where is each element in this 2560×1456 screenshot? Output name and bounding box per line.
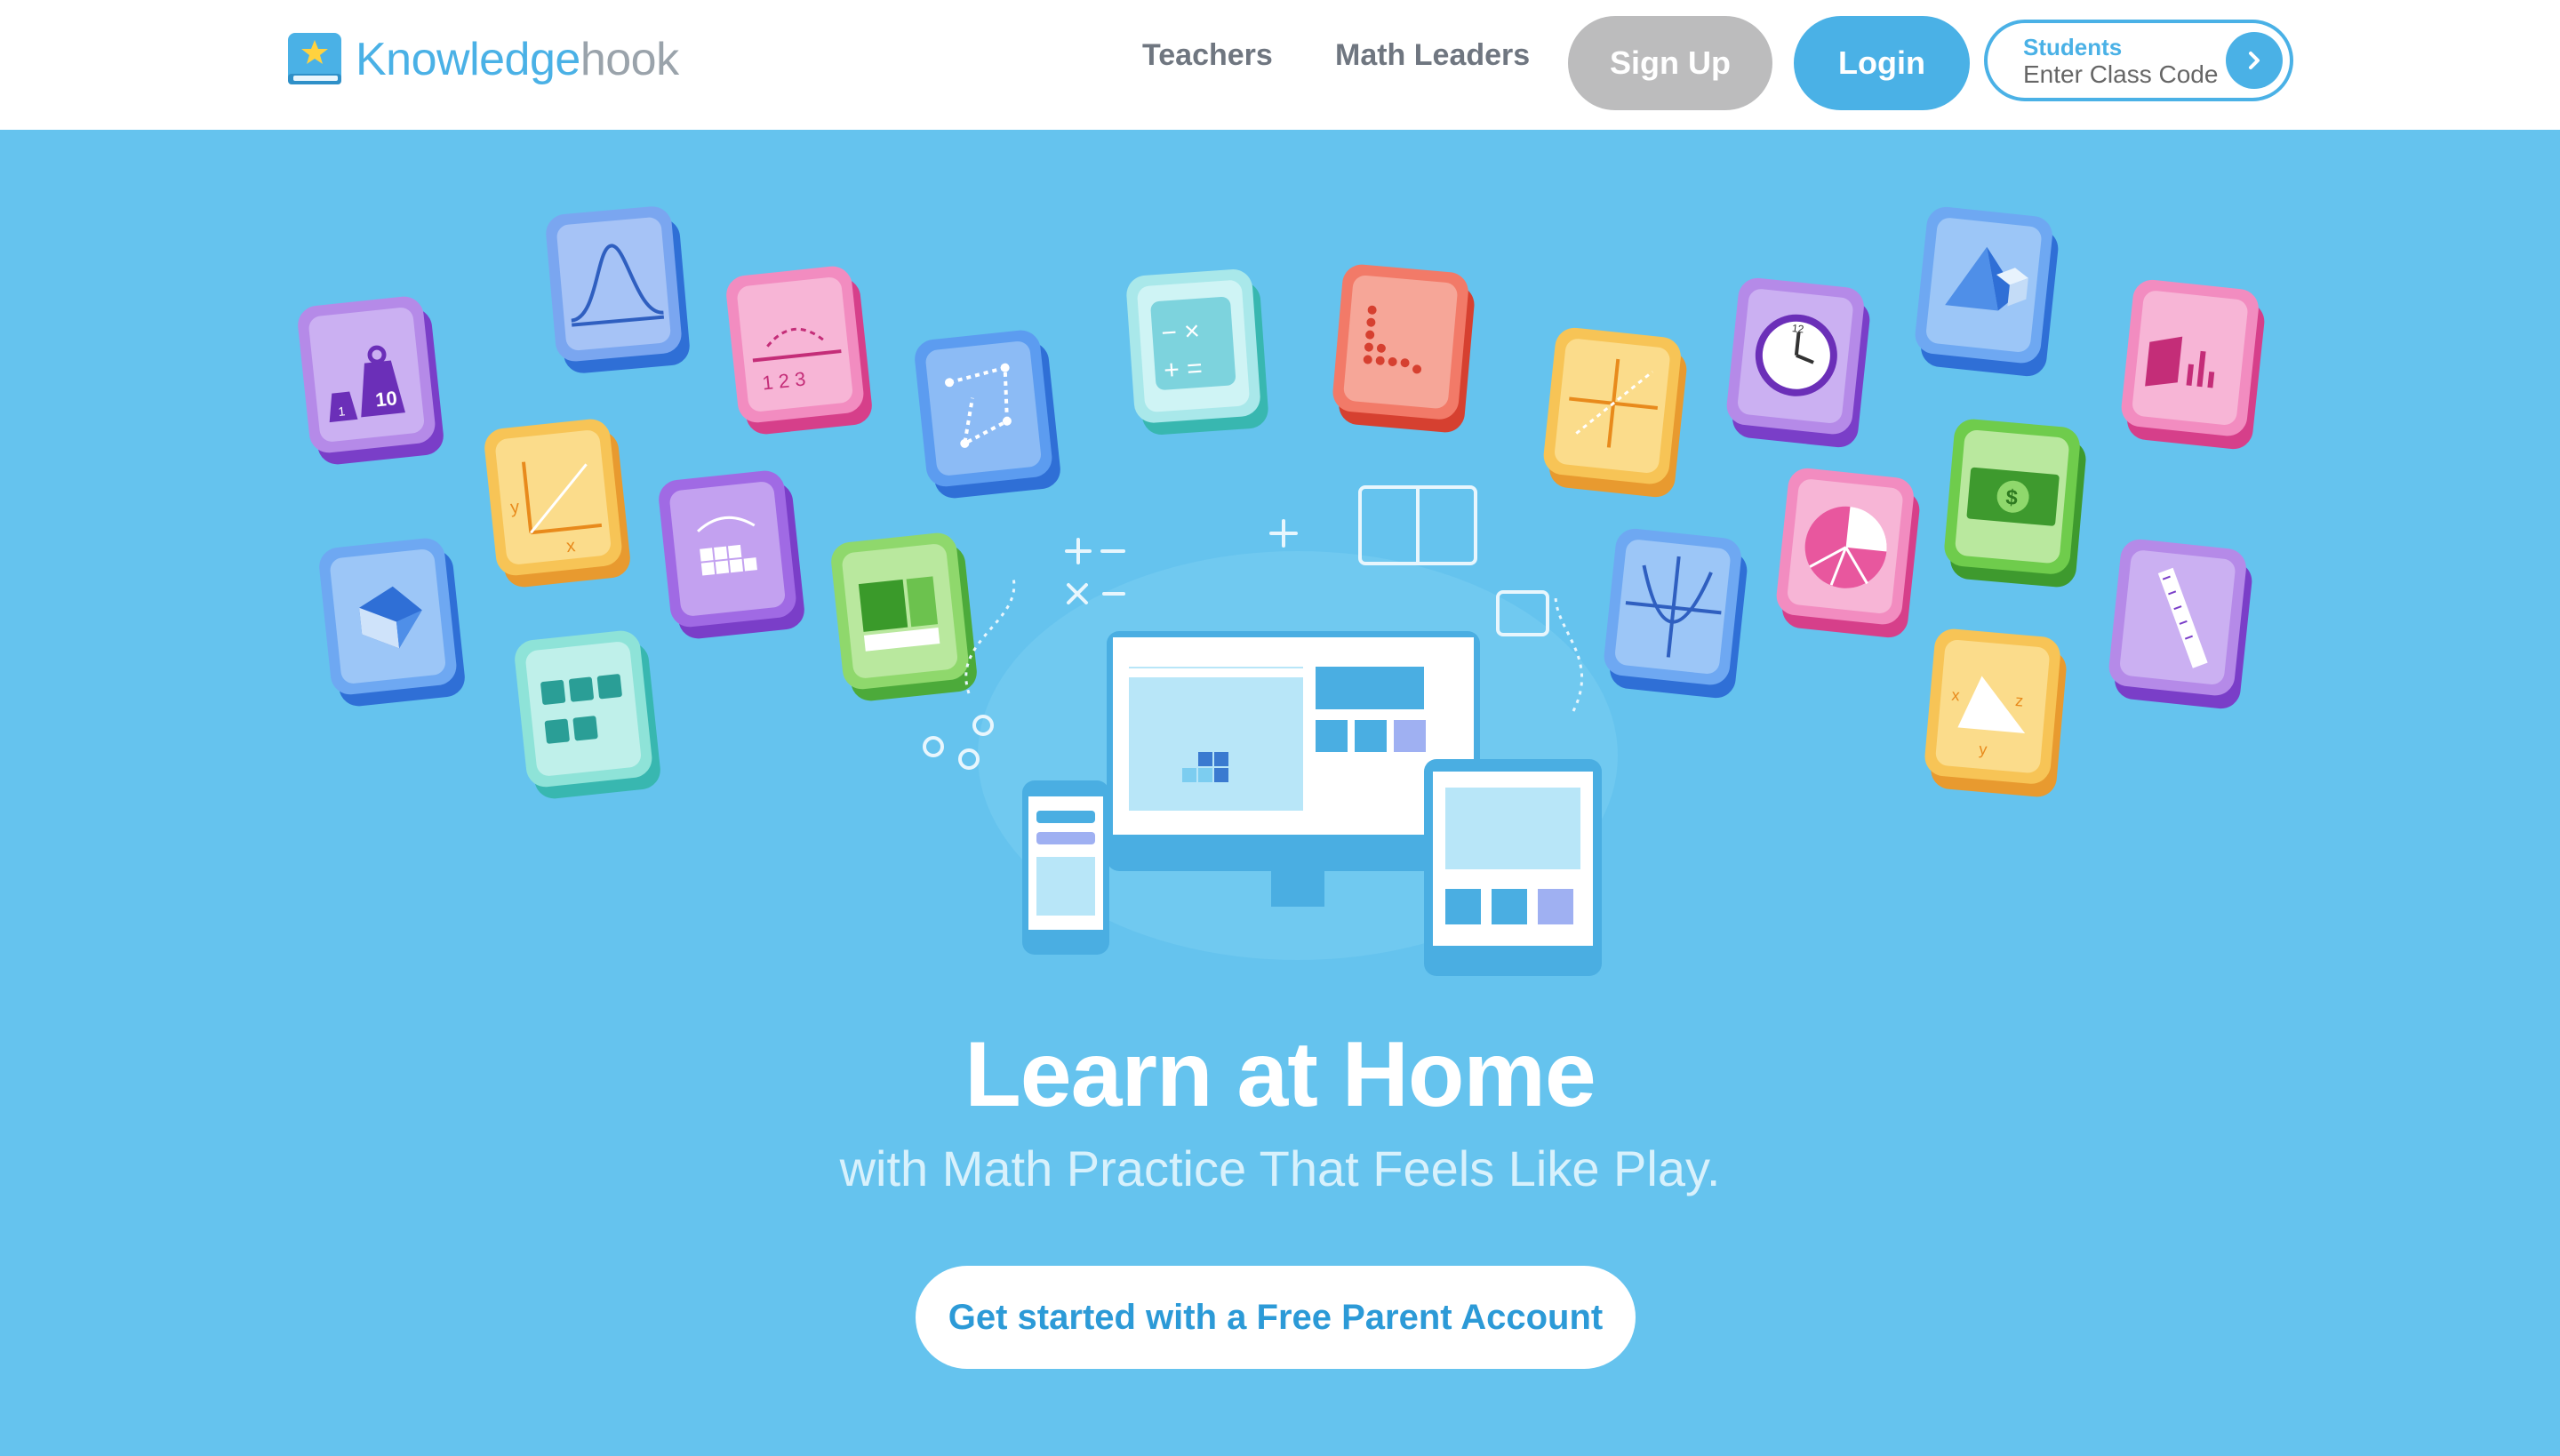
bell-curve-icon <box>544 204 691 375</box>
fraction-grid-icon <box>657 468 806 642</box>
integer-tiles-icon <box>513 628 662 802</box>
site-header: Knowledgehook Teachers Math Leaders Sign… <box>0 0 2560 130</box>
logo-wordmark: Knowledgehook <box>356 34 679 85</box>
nav-teachers-link[interactable]: Teachers <box>1142 34 1273 76</box>
svg-text:10: 10 <box>374 387 398 411</box>
dot-plot-icon <box>1330 263 1476 434</box>
cube-prism-icon <box>1912 205 2061 379</box>
hero-title: Learn at Home <box>964 1023 1596 1126</box>
sign-up-button[interactable]: Sign Up <box>1568 16 1772 110</box>
svg-text:y: y <box>509 498 520 518</box>
weight-scale-icon: 10 1 <box>296 294 445 468</box>
svg-text:− ×: − × <box>1160 316 1201 348</box>
polygon-icon <box>913 328 1062 501</box>
class-code-submit-button[interactable] <box>2226 32 2283 89</box>
bar-graph-icon <box>2118 278 2268 452</box>
login-button[interactable]: Login <box>1794 16 1970 110</box>
svg-text:x: x <box>565 536 576 556</box>
cube-icon <box>317 536 467 709</box>
students-label: Students <box>2023 34 2123 60</box>
graph-xy-icon: yx <box>483 417 632 590</box>
knowledgehook-logo[interactable]: Knowledgehook <box>286 30 679 89</box>
money-icon: $ <box>1941 418 2088 588</box>
calculator-icon: − × + = <box>1125 268 1269 436</box>
free-parent-account-button[interactable]: Get started with a Free Parent Account <box>916 1266 1636 1369</box>
svg-text:x: x <box>1951 686 1961 705</box>
triangle-xyz-icon: x z y <box>1922 628 2068 798</box>
book-star-icon <box>286 31 343 88</box>
svg-text:12: 12 <box>1791 322 1804 335</box>
clock-icon: 12 <box>1724 276 1873 450</box>
number-line-icon: 1 2 3 <box>724 264 874 437</box>
svg-text:y: y <box>1979 740 1988 759</box>
coordinate-axes-icon <box>1540 326 1690 500</box>
ruler-icon <box>2106 538 2255 711</box>
svg-text:1 2 3: 1 2 3 <box>761 367 806 394</box>
svg-text:+ =: + = <box>1163 354 1204 386</box>
pie-chart-icon <box>1773 467 1923 640</box>
chevron-right-icon <box>2249 52 2260 69</box>
svg-text:z: z <box>2014 692 2024 710</box>
devices-illustration <box>916 480 1662 978</box>
class-code-form: Students <box>1984 20 2293 101</box>
nav-math-leaders-link[interactable]: Math Leaders <box>1335 34 1530 76</box>
class-code-input[interactable] <box>2023 60 2228 89</box>
hero-subtitle: with Math Practice That Feels Like Play. <box>839 1140 1721 1196</box>
